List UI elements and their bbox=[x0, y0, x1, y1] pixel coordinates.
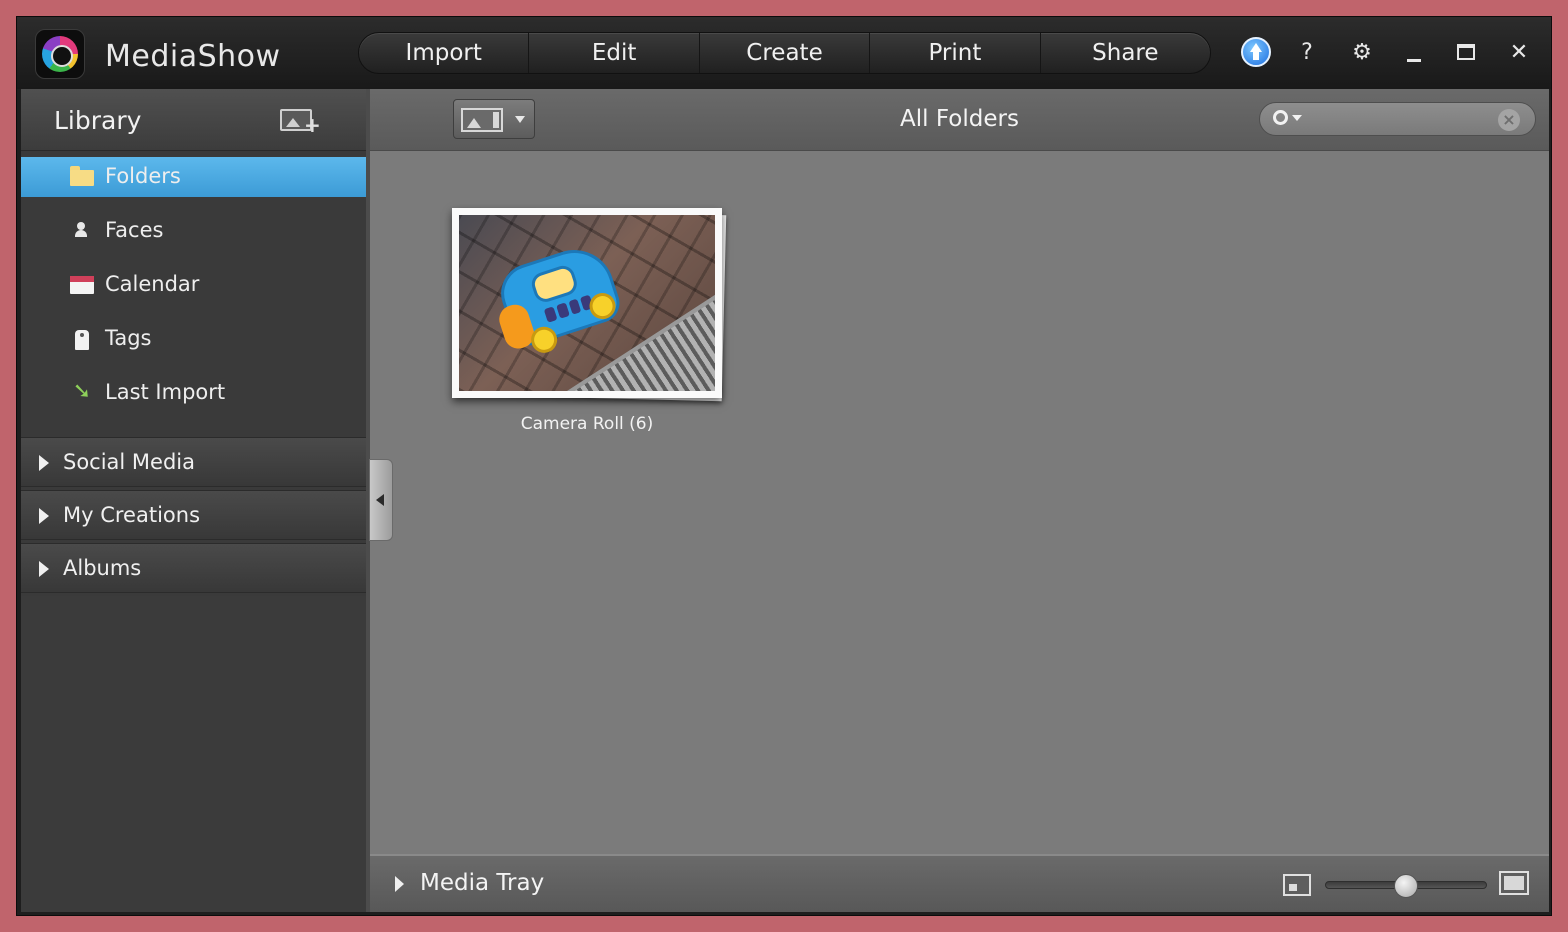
main-panel: All Folders × Camera Roll (6) Media Tray bbox=[370, 89, 1549, 912]
folder-label: Camera Roll (6) bbox=[520, 414, 654, 434]
section-label: My Creations bbox=[63, 503, 201, 527]
gear-icon[interactable]: ⚙ bbox=[1346, 37, 1378, 69]
sidebar-item-tags[interactable]: Tags bbox=[21, 319, 366, 359]
sidebar-item-last-import[interactable]: ➘ Last Import bbox=[21, 373, 366, 413]
sidebar-item-label: Last Import bbox=[105, 380, 226, 404]
folder-grid: Camera Roll (6) bbox=[370, 151, 1549, 854]
view-toolbar: All Folders × bbox=[370, 89, 1549, 151]
library-title: Library bbox=[54, 106, 142, 135]
folder-tile[interactable]: Camera Roll (6) bbox=[448, 206, 727, 446]
sidebar-empty-area bbox=[21, 596, 366, 912]
close-icon[interactable]: ✕ bbox=[1503, 37, 1535, 69]
expand-arrow-icon[interactable] bbox=[395, 876, 404, 892]
search-icon[interactable] bbox=[1272, 108, 1302, 130]
section-label: Albums bbox=[63, 556, 142, 580]
main-menu: Import Edit Create Print Share bbox=[358, 32, 1211, 74]
folder-thumbnail bbox=[459, 215, 715, 391]
clear-search-icon[interactable]: × bbox=[1498, 109, 1520, 131]
library-header: Library + bbox=[21, 89, 366, 151]
small-thumbnail-icon[interactable] bbox=[1283, 874, 1311, 896]
last-import-icon: ➘ bbox=[72, 379, 92, 404]
section-social-media[interactable]: Social Media bbox=[21, 437, 366, 487]
app-title: MediaShow bbox=[105, 39, 281, 74]
section-albums[interactable]: Albums bbox=[21, 543, 366, 593]
title-bar: MediaShow Import Edit Create Print Share… bbox=[17, 17, 1551, 89]
minimize-icon[interactable] bbox=[1398, 37, 1430, 69]
faces-icon bbox=[69, 219, 95, 243]
expand-arrow-icon bbox=[39, 455, 49, 471]
tag-icon bbox=[69, 327, 95, 351]
menu-edit[interactable]: Edit bbox=[529, 33, 700, 73]
sidebar-item-label: Calendar bbox=[105, 272, 200, 296]
zoom-slider-handle[interactable] bbox=[1394, 874, 1418, 898]
expand-arrow-icon bbox=[39, 508, 49, 524]
sidebar-item-label: Faces bbox=[105, 218, 164, 242]
add-album-button[interactable]: + bbox=[278, 103, 321, 135]
folder-icon bbox=[69, 165, 95, 189]
search-input[interactable] bbox=[1306, 106, 1486, 132]
sidebar-item-label: Folders bbox=[105, 164, 181, 188]
app-window: MediaShow Import Edit Create Print Share… bbox=[16, 16, 1552, 916]
menu-import[interactable]: Import bbox=[359, 33, 530, 73]
collapse-sidebar-button[interactable] bbox=[369, 459, 393, 541]
sidebar-item-faces[interactable]: Faces bbox=[21, 211, 366, 251]
sidebar-item-calendar[interactable]: Calendar bbox=[21, 265, 366, 305]
menu-share[interactable]: Share bbox=[1041, 33, 1210, 73]
search-box: × bbox=[1259, 102, 1536, 136]
maximize-icon[interactable] bbox=[1450, 37, 1482, 69]
sidebar-item-folders[interactable]: Folders bbox=[21, 157, 366, 197]
app-logo-icon bbox=[35, 29, 85, 79]
calendar-icon bbox=[69, 273, 95, 297]
library-items: Folders Faces Calendar Tags ➘ Last Impor… bbox=[21, 157, 366, 427]
section-my-creations[interactable]: My Creations bbox=[21, 490, 366, 540]
sidebar-item-label: Tags bbox=[105, 326, 152, 350]
menu-create[interactable]: Create bbox=[700, 33, 871, 73]
media-tray-label[interactable]: Media Tray bbox=[420, 870, 544, 896]
menu-print[interactable]: Print bbox=[870, 33, 1041, 73]
media-tray: Media Tray bbox=[370, 854, 1549, 912]
zoom-slider[interactable] bbox=[1325, 874, 1487, 898]
large-thumbnail-icon[interactable] bbox=[1499, 871, 1529, 895]
library-sidebar: Library + Folders Faces Calendar Tags ➘ … bbox=[21, 89, 366, 912]
update-icon[interactable] bbox=[1241, 37, 1271, 67]
expand-arrow-icon bbox=[39, 561, 49, 577]
section-label: Social Media bbox=[63, 450, 196, 474]
help-icon[interactable]: ? bbox=[1291, 37, 1323, 69]
